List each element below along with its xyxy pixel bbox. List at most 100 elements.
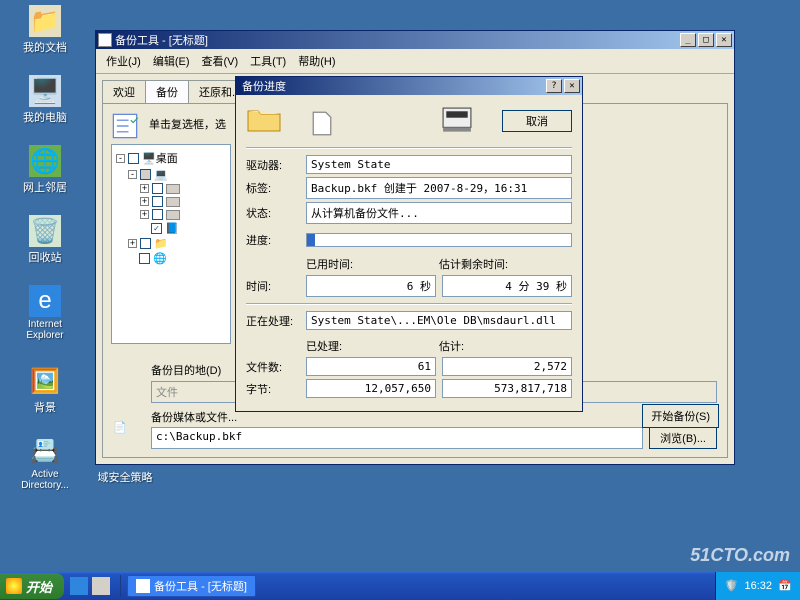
tree-node[interactable]: + (116, 182, 226, 195)
processed-header: 已处理: (306, 338, 439, 354)
expand-toggle[interactable]: + (140, 197, 149, 206)
dest-label: 备份目的地(D) (151, 362, 221, 378)
start-label: 开始 (26, 577, 52, 596)
browse-button[interactable]: 浏览(B)... (649, 427, 717, 449)
tree-checkbox[interactable] (152, 209, 163, 220)
files-label: 文件数: (246, 359, 306, 375)
tree-node[interactable]: + (116, 208, 226, 221)
window-title: 备份工具 - [无标题] (115, 32, 678, 48)
start-backup-button[interactable]: 开始备份(S) (642, 404, 719, 428)
expand-toggle[interactable]: - (116, 154, 125, 163)
menubar: 作业(J) 编辑(E) 查看(V) 工具(T) 帮助(H) (96, 49, 734, 74)
quick-launch (64, 577, 116, 595)
estimated-header: 估计: (439, 338, 572, 354)
backup-tree[interactable]: - 🖥️ 桌面 - 💻 + + (111, 144, 231, 344)
progress-fill (307, 234, 315, 246)
folder-icon: 📁 (29, 5, 61, 37)
tape-drive-icon (442, 107, 472, 135)
tree-node[interactable]: 📘 (116, 221, 226, 236)
tab-welcome[interactable]: 欢迎 (102, 80, 146, 103)
files-done-value: 61 (306, 357, 436, 376)
tree-root[interactable]: - 🖥️ 桌面 (116, 149, 226, 167)
instruction-text: 单击复选框，选 (145, 112, 230, 136)
processing-value: System State\...EM\Ole DB\msdaurl.dll (306, 311, 572, 330)
desktop-icon-my-documents[interactable]: 📁 我的文档 (10, 5, 80, 55)
progress-dialog: 备份进度 ? ✕ 取消 驱动器: System State 标签: Backup… (235, 76, 583, 412)
help-button[interactable]: ? (546, 79, 562, 93)
expand-toggle[interactable]: + (140, 184, 149, 193)
drive-icon (166, 184, 180, 194)
desktop-icon-recycle[interactable]: 🗑️ 回收站 (10, 215, 80, 265)
book-icon: 📘 (165, 222, 179, 235)
tree-checkbox[interactable] (140, 169, 151, 180)
folder-icon: 📁 (154, 237, 168, 250)
expand-toggle[interactable]: + (140, 210, 149, 219)
status-value: 从计算机备份文件... (306, 202, 572, 224)
globe-icon: 🌐 (29, 145, 61, 177)
tree-node[interactable]: - 💻 (116, 167, 226, 182)
menu-job[interactable]: 作业(J) (100, 51, 147, 71)
clock: 16:32 (744, 580, 772, 592)
image-icon: 🖼️ (29, 365, 61, 397)
drive-label: 驱动器: (246, 157, 306, 173)
status-label: 状态: (246, 205, 306, 221)
remaining-value: 4 分 39 秒 (442, 275, 572, 297)
task-label: 备份工具 - [无标题] (154, 578, 247, 594)
source-folder-icon (246, 105, 282, 137)
bytes-done-value: 12,057,650 (306, 379, 436, 398)
tree-node[interactable]: 🌐 (116, 251, 226, 266)
expand-toggle[interactable]: - (128, 170, 137, 179)
backup-titlebar[interactable]: 备份工具 - [无标题] _ □ ✕ (96, 31, 734, 49)
tray-shield-icon[interactable]: 🛡️ (724, 579, 738, 593)
computer-icon: 🖥️ (29, 75, 61, 107)
ql-ie-icon[interactable] (70, 577, 88, 595)
minimize-button[interactable]: _ (680, 33, 696, 47)
menu-edit[interactable]: 编辑(E) (147, 51, 196, 71)
watermark: 51CTO.com (690, 545, 790, 566)
processing-label: 正在处理: (246, 313, 306, 329)
ad-icon: 📇 (29, 435, 61, 467)
time-label: 时间: (246, 278, 306, 294)
maximize-button[interactable]: □ (698, 33, 714, 47)
tray-calendar-icon[interactable]: 📅 (778, 579, 792, 593)
bytes-label: 字节: (246, 381, 306, 397)
remaining-header: 估计剩余时间: (439, 256, 572, 272)
progress-titlebar[interactable]: 备份进度 ? ✕ (236, 77, 582, 95)
taskbar-task-button[interactable]: 备份工具 - [无标题] (127, 575, 256, 597)
tree-checkbox[interactable] (152, 183, 163, 194)
desktop-icon-ad[interactable]: 📇 Active Directory... (10, 435, 80, 491)
tree-checkbox[interactable] (151, 223, 162, 234)
media-path-input[interactable]: c:\Backup.bkf (151, 427, 643, 449)
taskbar-divider (120, 575, 121, 597)
checklist-icon (111, 112, 139, 140)
tree-node[interactable]: + 📁 (116, 236, 226, 251)
close-button[interactable]: ✕ (564, 79, 580, 93)
tree-checkbox[interactable] (128, 153, 139, 164)
tree-checkbox[interactable] (139, 253, 150, 264)
system-tray[interactable]: 🛡️ 16:32 📅 (715, 572, 800, 600)
tree-checkbox[interactable] (152, 196, 163, 207)
menu-view[interactable]: 查看(V) (196, 51, 245, 71)
taskbar: 开始 备份工具 - [无标题] 🛡️ 16:32 📅 (0, 572, 800, 600)
app-icon (98, 33, 112, 47)
tab-backup[interactable]: 备份 (145, 80, 189, 103)
desktop-icon-background[interactable]: 🖼️ 背景 (10, 365, 80, 415)
desktop-icon-my-computer[interactable]: 🖥️ 我的电脑 (10, 75, 80, 125)
start-button[interactable]: 开始 (0, 573, 64, 599)
elapsed-value: 6 秒 (306, 275, 436, 297)
tree-node[interactable]: + (116, 195, 226, 208)
menu-tools[interactable]: 工具(T) (244, 51, 292, 71)
computer-icon: 💻 (154, 168, 168, 181)
ql-desktop-icon[interactable] (92, 577, 110, 595)
page-icon (312, 111, 332, 131)
network-icon: 🌐 (153, 252, 167, 265)
desktop-icon-ie[interactable]: e Internet Explorer (10, 285, 80, 341)
ie-icon: e (29, 285, 61, 317)
tree-checkbox[interactable] (140, 238, 151, 249)
desktop-icon-network[interactable]: 🌐 网上邻居 (10, 145, 80, 195)
close-button[interactable]: ✕ (716, 33, 732, 47)
cancel-button[interactable]: 取消 (502, 110, 572, 132)
menu-help[interactable]: 帮助(H) (292, 51, 341, 71)
expand-toggle[interactable]: + (128, 239, 137, 248)
drive-value: System State (306, 155, 572, 174)
